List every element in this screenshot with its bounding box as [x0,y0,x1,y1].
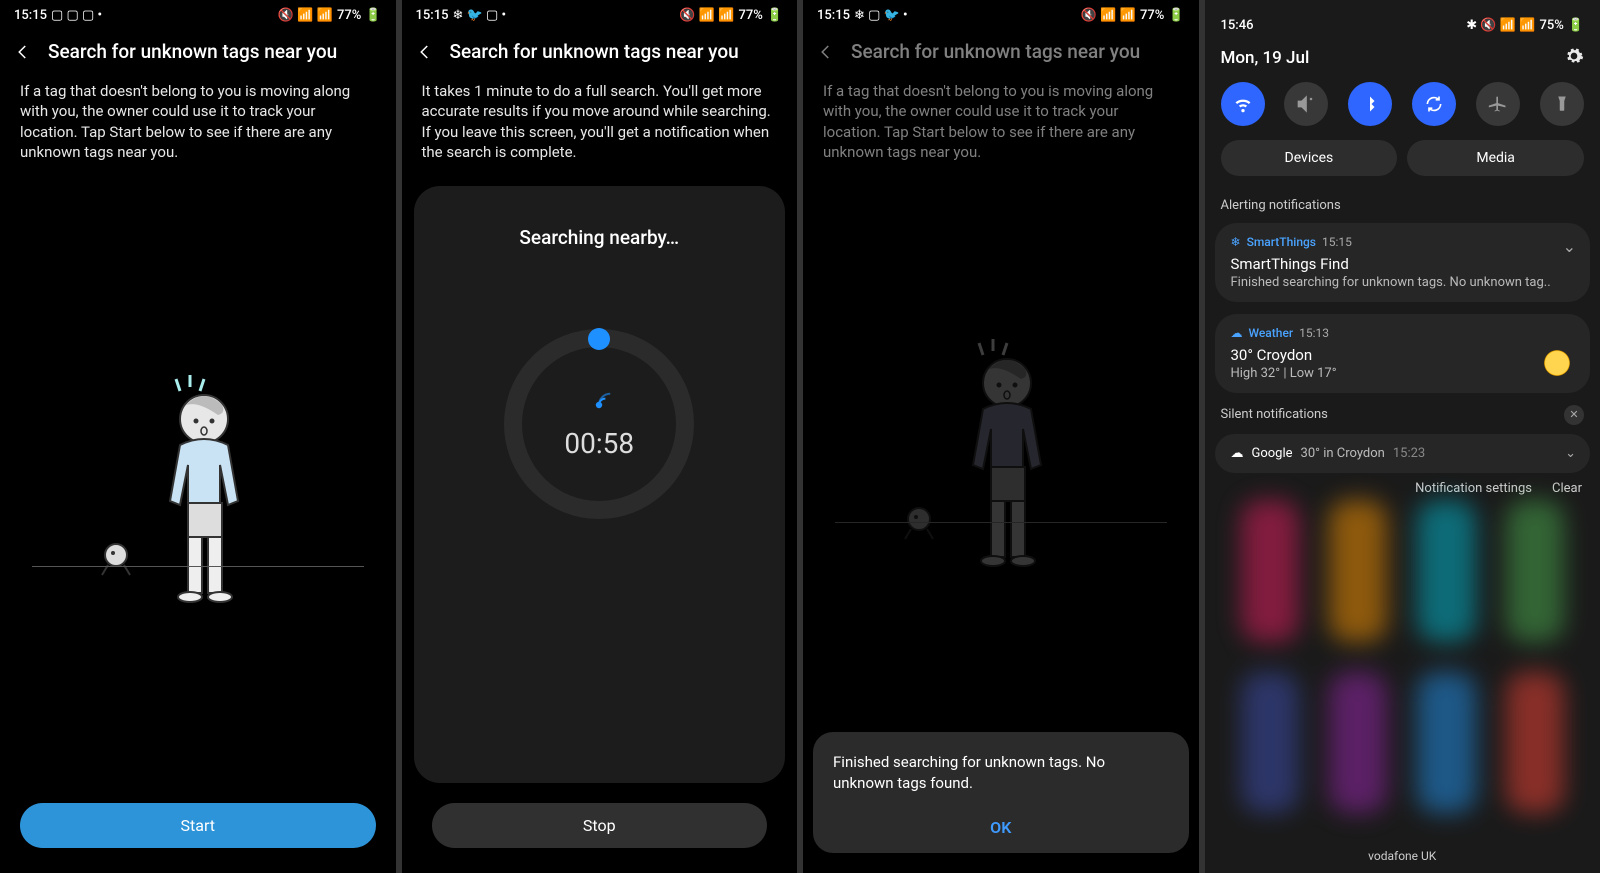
notification-settings-link[interactable]: Notification settings [1415,481,1532,496]
sun-icon [1542,348,1572,378]
notif-app-name: SmartThings [1247,235,1316,249]
page-title: Search for unknown tags near you [48,40,382,63]
description-text: It takes 1 minute to do a full search. Y… [402,77,798,166]
bluetooth-toggle[interactable] [1348,82,1392,126]
google-notification[interactable]: ☁ Google 30° in Croydon 15:23 ⌄ [1215,434,1591,473]
toast-message: Finished searching for unknown tags. No … [833,752,1169,794]
radar-icon [583,389,615,421]
screen-4-notifications: 15:46 ✱ 🔇 📶 📶 75%🔋 Mon, 19 Jul Devices M… [1205,0,1600,873]
status-bar: 15:15 ❄ 🐦 ▢ • 🔇 📶 📶 77%🔋 [402,0,798,30]
notif-app-name: Google [1252,446,1293,461]
back-button[interactable] [817,43,835,61]
page-title: Search for unknown tags near you [851,40,1185,63]
devices-button[interactable]: Devices [1221,140,1398,176]
notif-time: 15:15 [1322,235,1352,249]
notif-body: Finished searching for unknown tags. No … [1231,275,1575,290]
illustration [803,196,1199,722]
notif-app-name: Weather [1249,326,1294,340]
start-button[interactable]: Start [20,803,376,848]
battery-pct: 77% [1140,8,1164,23]
clear-button[interactable]: Clear [1552,481,1582,496]
description-text: If a tag that doesn't belong to you is m… [0,77,396,166]
result-toast: Finished searching for unknown tags. No … [813,732,1189,853]
silent-header: Silent notifications [1221,401,1328,428]
smartthings-notification[interactable]: ❄ SmartThings 15:15 SmartThings Find Fin… [1215,223,1591,302]
notif-time: 15:23 [1393,446,1425,461]
battery-pct: 77% [337,8,361,23]
status-bar: 15:15 ▢ ▢ ▢ • 🔇 📶 📶 77%🔋 [0,0,396,30]
description-text: If a tag that doesn't belong to you is m… [803,77,1199,166]
notif-body: 30° in Croydon [1301,446,1385,461]
notif-body: High 32° | Low 17° [1231,366,1575,381]
ok-button[interactable]: OK [833,808,1169,847]
sound-toggle[interactable] [1284,82,1328,126]
app-bar: Search for unknown tags near you [0,30,396,77]
app-bar: Search for unknown tags near you [402,30,798,77]
back-button[interactable] [14,43,32,61]
date-label: Mon, 19 Jul [1221,48,1310,68]
screen-1-start: 15:15 ▢ ▢ ▢ • 🔇 📶 📶 77%🔋 Search for unkn… [0,0,396,873]
rotation-toggle[interactable] [1412,82,1456,126]
settings-icon[interactable] [1564,46,1584,70]
stop-button[interactable]: Stop [432,803,768,848]
screen-3-result: 15:15 ❄ ▢ 🐦 • 🔇 📶 📶 77%🔋 Search for unkn… [803,0,1199,873]
clock: 15:15 [817,8,850,23]
airplane-toggle[interactable] [1476,82,1520,126]
battery-pct: 75% [1539,18,1563,33]
clock: 15:46 [1221,18,1254,33]
back-button[interactable] [416,43,434,61]
chevron-down-icon[interactable]: ⌄ [1565,446,1576,461]
status-bar: 15:46 ✱ 🔇 📶 📶 75%🔋 [1221,10,1585,40]
flashlight-toggle[interactable] [1540,82,1584,126]
illustration [0,196,396,793]
notif-title: SmartThings Find [1231,255,1575,273]
smartthings-icon: ❄ [1231,235,1241,249]
clock: 15:15 [416,8,449,23]
weather-notification[interactable]: ☁ Weather 15:13 30° Croydon High 32° | L… [1215,314,1591,393]
battery-pct: 77% [738,8,762,23]
page-title: Search for unknown tags near you [450,40,784,63]
progress-ring: 00:58 [504,329,694,519]
wifi-toggle[interactable] [1221,82,1265,126]
countdown-timer: 00:58 [564,427,634,460]
searching-card: Searching nearby… 00:58 [414,186,786,783]
media-button[interactable]: Media [1407,140,1584,176]
weather-icon: ☁ [1231,326,1243,340]
app-bar: Search for unknown tags near you [803,30,1199,77]
searching-status: Searching nearby… [519,226,679,249]
notif-title: 30° Croydon [1231,346,1575,364]
progress-knob [588,328,610,350]
status-bar: 15:15 ❄ ▢ 🐦 • 🔇 📶 📶 77%🔋 [803,0,1199,30]
quick-toggles [1221,82,1585,140]
alerting-header: Alerting notifications [1205,192,1600,219]
chevron-down-icon[interactable]: ⌄ [1563,237,1576,256]
clock: 15:15 [14,8,47,23]
dismiss-silent-button[interactable]: ✕ [1564,405,1584,425]
notif-time: 15:13 [1299,326,1329,340]
cloud-icon: ☁ [1231,446,1244,461]
carrier-label: vodafone UK [1205,849,1600,863]
screen-2-searching: 15:15 ❄ 🐦 ▢ • 🔇 📶 📶 77%🔋 Search for unkn… [402,0,798,873]
